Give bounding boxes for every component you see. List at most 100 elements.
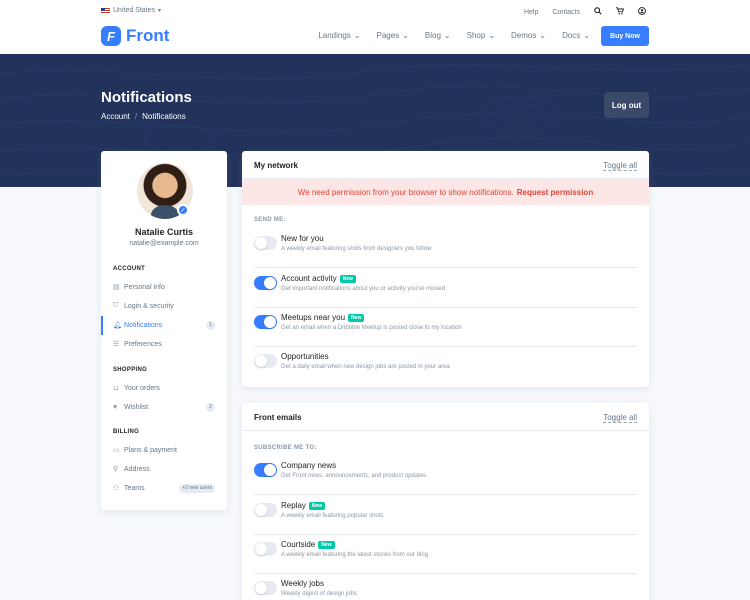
list-item: New for you A weekly email featuring sho…	[254, 234, 637, 268]
item-description: Get Front news, announcements, and produ…	[281, 473, 427, 479]
replay-toggle[interactable]	[254, 503, 277, 517]
us-flag-icon	[101, 7, 110, 14]
teams-new-users-badge: +2 new users	[179, 483, 215, 493]
sidebar-item-label: Wishlist	[124, 403, 149, 411]
sidebar-item-notifications[interactable]: 🔔︎ Notifications 1	[113, 318, 215, 332]
people-icon: ⚇	[113, 485, 120, 492]
account-heading: ACCOUNT	[113, 266, 146, 272]
sidebar-item-label: Address	[124, 465, 150, 473]
item-description: Get an email when a Dribbble Meetup is p…	[281, 325, 462, 331]
sidebar-item-address[interactable]: ⚲ Address	[113, 462, 215, 476]
breadcrumb-current: Notifications	[142, 112, 186, 121]
shield-icon: ⛉	[113, 302, 119, 309]
item-title: Courtside New	[281, 540, 335, 549]
wishlist-count-badge: 2	[206, 402, 215, 412]
company-news-toggle[interactable]	[254, 463, 277, 477]
list-item: Account activity New Get important notifi…	[254, 274, 637, 308]
top-navbar: United States ▾ Help Contacts F Front La…	[0, 0, 750, 54]
breadcrumb: Account / Notifications	[101, 112, 186, 121]
sidebar-item-label: Plans & payment	[124, 446, 177, 454]
cart-icon[interactable]	[616, 7, 624, 17]
user-icon[interactable]	[638, 7, 646, 17]
send-me-label: SEND ME:	[254, 217, 286, 223]
chevron-down-icon: ⌄	[353, 31, 361, 40]
card-title: My network	[254, 161, 299, 170]
search-icon[interactable]	[594, 7, 602, 17]
card-title: Front emails	[254, 413, 302, 422]
profile-name: Natalie Curtis	[134, 227, 194, 237]
page-title: Notifications	[101, 89, 192, 106]
nav-pages[interactable]: Pages ⌄	[377, 31, 409, 40]
sidebar-item-personal-info[interactable]: ▤ Personal info	[113, 280, 215, 294]
item-title: Account activity New	[281, 274, 356, 283]
help-link[interactable]: Help	[524, 9, 538, 16]
sidebar-item-label: Preferences	[124, 340, 162, 348]
sliders-icon: ☰	[113, 341, 120, 348]
sidebar-item-teams[interactable]: ⚇ Teams +2 new users	[113, 481, 215, 495]
sidebar-item-preferences[interactable]: ☰ Preferences	[113, 337, 215, 351]
verified-icon: ✓	[177, 204, 189, 216]
nav-shop[interactable]: Shop ⌄	[467, 31, 495, 40]
my-network-card: My network Toggle all We need permission…	[242, 151, 649, 387]
alert-message: We need permission from your browser to …	[297, 187, 514, 197]
account-sidebar: ✓ Natalie Curtis natalie@example.com ACC…	[101, 151, 227, 510]
request-permission-link[interactable]: Request permission	[517, 188, 593, 197]
list-item: Meetups near you New Get an email when a …	[254, 313, 637, 347]
bell-icon: 🔔︎	[113, 322, 122, 329]
sidebar-item-plans-payment[interactable]: ▭ Plans & payment	[113, 443, 215, 457]
sidebar-item-label: Your orders	[124, 384, 160, 392]
toggle-all-link[interactable]: Toggle all	[603, 413, 637, 423]
chevron-down-icon: ⌄	[443, 31, 451, 40]
breadcrumb-account[interactable]: Account	[101, 112, 130, 121]
item-title: Weekly jobs	[281, 579, 324, 588]
item-description: Get important notifications about you or…	[281, 286, 446, 292]
notifications-count-badge: 1	[206, 320, 215, 330]
account-activity-toggle[interactable]	[254, 276, 277, 290]
subscribe-label: SUBSCRIBE ME TO:	[254, 445, 317, 451]
nav-blog[interactable]: Blog ⌄	[425, 31, 451, 40]
list-item: Replay New A weekly email featuring popul…	[254, 501, 637, 535]
weekly-jobs-toggle[interactable]	[254, 581, 277, 595]
item-title: Company news	[281, 461, 337, 470]
new-for-you-toggle[interactable]	[254, 236, 277, 250]
brand-name: Front	[126, 26, 170, 45]
new-badge: New	[339, 274, 356, 283]
list-item: Courtside New A weekly email featuring th…	[254, 540, 637, 574]
item-description: A weekly email featuring the latest stor…	[281, 552, 429, 558]
courtside-toggle[interactable]	[254, 542, 277, 556]
heart-icon: ♥	[113, 403, 118, 411]
item-title: Replay New	[281, 501, 326, 510]
breadcrumb-separator: /	[134, 112, 138, 121]
meetups-toggle[interactable]	[254, 315, 277, 329]
opportunities-toggle[interactable]	[254, 354, 277, 368]
item-title: New for you	[281, 234, 324, 243]
chevron-down-icon: ⌄	[402, 31, 409, 40]
item-description: A weekly email featuring popular shots	[281, 513, 384, 519]
nav-demos[interactable]: Demos ⌄	[511, 31, 546, 40]
top-links: Help Contacts	[524, 7, 646, 17]
item-description: A weekly email featuring shots from desi…	[281, 246, 432, 252]
toggle-all-link[interactable]: Toggle all	[603, 161, 637, 171]
country-selector[interactable]: United States ▾	[101, 7, 161, 14]
shopping-heading: SHOPPING	[113, 367, 148, 373]
credit-card-icon: ▭	[113, 447, 120, 454]
log-out-button[interactable]: Log out	[604, 92, 649, 118]
item-description: Weekly digest of design jobs	[281, 591, 357, 597]
sidebar-item-label: Notifications	[124, 321, 163, 329]
chevron-down-icon: ⌄	[488, 31, 496, 40]
sidebar-item-wishlist[interactable]: ♥ Wishlist 2	[113, 400, 215, 414]
permission-alert: We need permission from your browser to …	[242, 179, 649, 205]
contacts-link[interactable]: Contacts	[552, 9, 580, 16]
sidebar-item-your-orders[interactable]: ⊔ Your orders	[113, 381, 215, 395]
list-item: Opportunities Get a daily email when new…	[254, 352, 637, 386]
sidebar-item-login-security[interactable]: ⛉ Login & security	[113, 299, 215, 313]
nav-docs[interactable]: Docs ⌄	[562, 31, 590, 40]
new-badge: New	[318, 540, 335, 549]
buy-now-button[interactable]: Buy Now	[601, 26, 649, 46]
nav-landings[interactable]: Landings ⌄	[318, 31, 360, 40]
brand-logo[interactable]: F Front	[101, 26, 169, 46]
new-badge: New	[348, 313, 365, 322]
item-title: Opportunities	[281, 352, 329, 361]
sidebar-item-label: Login & security	[124, 302, 174, 310]
list-item: Company news Get Front news, announcemen…	[254, 461, 637, 495]
